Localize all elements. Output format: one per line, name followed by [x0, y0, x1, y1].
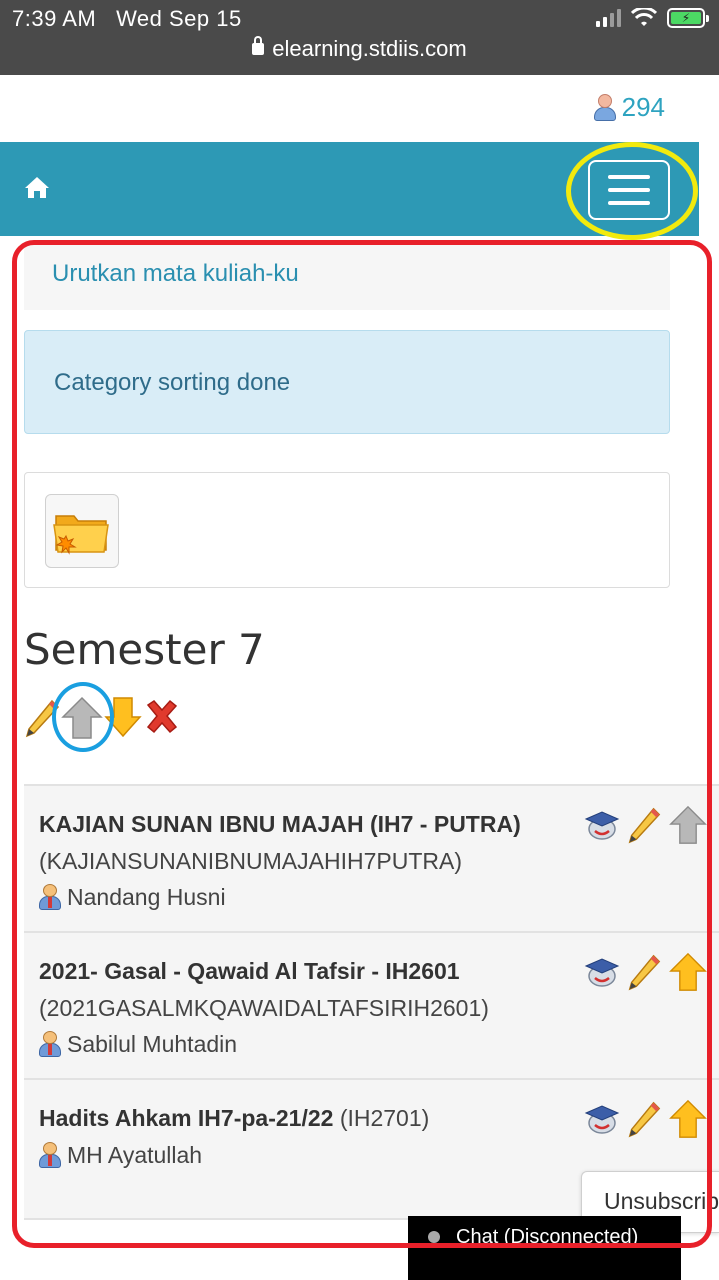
course-name[interactable]: 2021- Gasal - Qawaid Al Tafsir - IH2601: [39, 953, 559, 990]
teacher-icon: [39, 1031, 61, 1057]
edit-icon[interactable]: [626, 805, 662, 845]
teacher-icon: [39, 1142, 61, 1168]
highlight-ring-blue: [52, 682, 114, 752]
course-actions: [582, 1098, 708, 1140]
course-name[interactable]: KAJIAN SUNAN IBNU MAJAH (IH7 - PUTRA): [39, 806, 559, 843]
info-alert: Category sorting done: [24, 330, 670, 434]
alert-message: Category sorting done: [54, 369, 291, 396]
browser-status-bar: 7:39 AM Wed Sep 15 ⚡ elearning.stdiis.co…: [0, 0, 719, 75]
course-teacher: MH Ayatullah: [39, 1137, 559, 1173]
online-users[interactable]: 294: [593, 92, 665, 123]
course-teacher: Sabilul Muhtadin: [39, 1026, 559, 1062]
teacher-name[interactable]: MH Ayatullah: [67, 1137, 202, 1173]
enrol-icon[interactable]: [582, 807, 620, 843]
lock-icon: [252, 36, 265, 55]
enrol-icon[interactable]: [582, 954, 620, 990]
course-item: 2021- Gasal - Qawaid Al Tafsir - IH2601 …: [24, 933, 719, 1080]
status-time: 7:39 AM Wed Sep 15: [12, 6, 242, 31]
wifi-icon: [631, 8, 657, 26]
course-shortname: (2021GASALMKQAWAIDALTAFSIRIH2601): [39, 995, 489, 1021]
url-bar[interactable]: elearning.stdiis.com: [0, 36, 719, 62]
move-up-icon[interactable]: [668, 804, 708, 846]
course-actions: [582, 951, 708, 993]
folder-icon: [53, 515, 109, 555]
user-icon: [593, 93, 616, 122]
add-category-button[interactable]: [45, 494, 119, 568]
user-count: 294: [621, 92, 665, 122]
chat-label: Chat (Disconnected): [456, 1226, 639, 1248]
sort-courses-link[interactable]: Urutkan mata kuliah-ku: [52, 260, 299, 288]
teacher-name[interactable]: Nandang Husni: [67, 879, 226, 915]
course-item: KAJIAN SUNAN IBNU MAJAH (IH7 - PUTRA) (K…: [24, 786, 719, 933]
course-actions: [582, 804, 708, 846]
course-shortname: (KAJIANSUNANIBNUMAJAHIH7PUTRA): [39, 848, 462, 874]
teacher-icon: [39, 884, 61, 910]
course-teacher: Nandang Husni: [39, 879, 559, 915]
move-up-icon[interactable]: [668, 951, 708, 993]
signal-icon: [596, 9, 621, 27]
delete-icon[interactable]: [142, 697, 182, 739]
category-tools-panel: [24, 472, 670, 588]
course-name[interactable]: Hadits Ahkam IH7-pa-21/22 (IH2701): [39, 1100, 559, 1137]
battery-icon: ⚡: [667, 8, 709, 28]
url-text: elearning.stdiis.com: [272, 36, 467, 61]
sort-courses-panel: Urutkan mata kuliah-ku: [24, 242, 670, 310]
course-shortname: (IH2701): [339, 1105, 430, 1131]
chat-status-icon: [428, 1231, 440, 1243]
edit-icon[interactable]: [626, 952, 662, 992]
category-title: Semester 7: [24, 625, 265, 674]
edit-icon[interactable]: [626, 1099, 662, 1139]
highlight-ring-yellow: [566, 142, 698, 240]
course-list: KAJIAN SUNAN IBNU MAJAH (IH7 - PUTRA) (K…: [24, 784, 719, 1220]
enrol-icon[interactable]: [582, 1101, 620, 1137]
teacher-name[interactable]: Sabilul Muhtadin: [67, 1026, 237, 1062]
status-icons: ⚡: [596, 8, 709, 28]
home-icon[interactable]: [24, 175, 50, 199]
user-row: 294: [0, 75, 719, 142]
chat-bar[interactable]: Chat (Disconnected): [408, 1216, 681, 1280]
move-up-icon[interactable]: [668, 1098, 708, 1140]
unsubscribe-label: Unsubscribe: [604, 1188, 719, 1214]
